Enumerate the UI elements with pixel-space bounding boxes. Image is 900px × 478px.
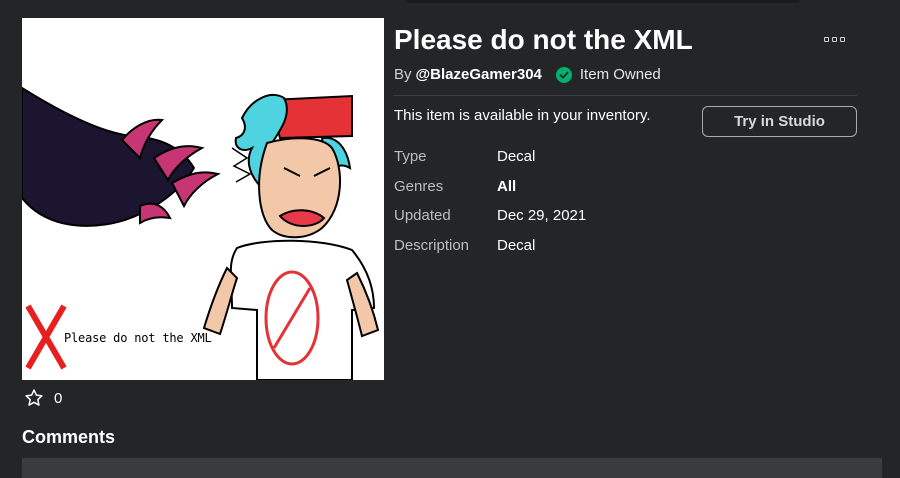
detail-row-updated: Updated Dec 29, 2021 — [394, 207, 586, 224]
detail-value: Decal — [497, 237, 536, 254]
more-options-button[interactable] — [818, 30, 850, 48]
detail-value: Dec 29, 2021 — [497, 207, 587, 224]
check-circle-icon — [555, 66, 572, 83]
divider — [394, 95, 857, 96]
detail-row-genres: Genres All — [394, 178, 516, 195]
try-in-studio-button[interactable]: Try in Studio — [702, 106, 857, 137]
detail-label: Updated — [394, 207, 451, 224]
thumbnail-caption: Please do not the XML — [64, 331, 212, 345]
item-thumbnail: Please do not the XML — [22, 18, 384, 380]
detail-label: Genres — [394, 178, 444, 195]
creator-byline: By @BlazeGamer304 Item Owned — [394, 66, 661, 83]
detail-label: Type — [394, 148, 427, 165]
favorite-count: 0 — [54, 389, 63, 407]
ellipsis-icon — [839, 36, 845, 42]
availability-text: This item is available in your inventory… — [394, 107, 651, 124]
creator-link[interactable]: @BlazeGamer304 — [416, 66, 542, 83]
comments-heading: Comments — [22, 427, 116, 447]
ellipsis-icon — [831, 36, 837, 42]
favorite-control: 0 — [24, 388, 62, 408]
detail-value: Decal — [497, 148, 536, 165]
top-nav-bar-edge — [405, 0, 800, 3]
by-label: By — [394, 66, 412, 83]
detail-value: All — [497, 178, 517, 195]
item-title: Please do not the XML — [394, 24, 693, 55]
item-owned-label: Item Owned — [579, 66, 661, 83]
detail-row-description: Description Decal — [394, 237, 535, 254]
thumbnail-drawing — [22, 86, 380, 380]
detail-row-type: Type Decal — [394, 148, 535, 165]
comments-panel — [22, 458, 882, 478]
detail-label: Description — [394, 237, 470, 254]
star-outline-icon[interactable] — [24, 388, 44, 408]
ellipsis-icon — [823, 36, 829, 42]
